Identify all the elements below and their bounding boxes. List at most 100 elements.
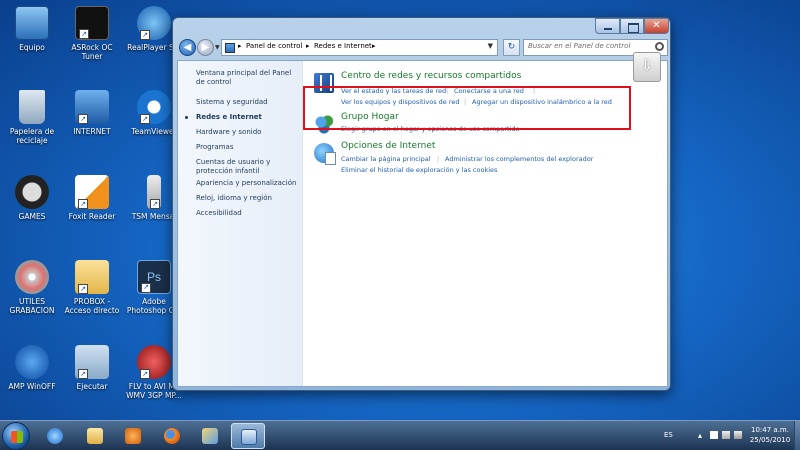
asrock-icon: ↗ (75, 6, 109, 40)
sidebar-item-hardware-y-sonido[interactable]: Hardware y sonido (196, 128, 261, 137)
shortcut-arrow-icon: ↗ (140, 369, 150, 379)
recent-pages-chevron-icon[interactable]: ▼ (215, 44, 220, 51)
shortcut-arrow-icon: ↗ (78, 114, 88, 124)
games-clock-icon (15, 175, 49, 209)
link-administrar-complementos[interactable]: Administrar los complementos del explora… (445, 155, 593, 163)
volume-icon[interactable] (734, 431, 742, 439)
folder-icon: ↗ (75, 260, 109, 294)
desktop-icon-internet[interactable]: ↗ INTERNET (61, 90, 123, 136)
taskbar-explorer[interactable] (78, 423, 112, 449)
breadcrumb-separator-icon[interactable]: ▸ (372, 42, 376, 50)
taskbar-internet-explorer[interactable] (38, 423, 72, 449)
content-area: Ventana principal del Panel de control S… (177, 60, 668, 387)
taskbar-control-panel[interactable] (231, 423, 265, 449)
computer-icon (15, 6, 49, 40)
sidebar-item-reloj-idioma-region[interactable]: Reloj, idioma y región (196, 194, 272, 203)
current-item-bullet-icon (185, 116, 188, 119)
converter-icon: ↗ (137, 345, 171, 379)
shortcut-arrow-icon: ↗ (140, 114, 150, 124)
close-button[interactable]: ✕ (644, 18, 669, 34)
desktop-icon-games[interactable]: GAMES (1, 175, 63, 221)
show-desktop-button[interactable] (794, 421, 800, 450)
shortcut-arrow-icon: ↗ (78, 369, 88, 379)
internet-explorer-icon (47, 428, 63, 444)
paint-icon (202, 428, 218, 444)
forward-button[interactable]: ▶ (197, 39, 214, 56)
control-panel-icon (225, 43, 235, 53)
clock-date[interactable]: 25/05/2010 (748, 436, 792, 444)
recycle-bin-icon (19, 90, 45, 124)
foxit-reader-icon: ↗ (75, 175, 109, 209)
back-button[interactable]: ◀ (179, 39, 196, 56)
search-icon[interactable] (655, 42, 664, 51)
phone-icon: ↗ (147, 175, 161, 209)
breadcrumb-separator-icon[interactable]: ▸ (238, 42, 242, 50)
address-dropdown-chevron-icon[interactable]: ▼ (488, 42, 493, 50)
sidebar: Ventana principal del Panel de control S… (178, 61, 303, 386)
taskbar: ES ▴ 10:47 a.m. 25/05/2010 (0, 420, 800, 450)
taskbar-firefox[interactable] (155, 423, 189, 449)
download-arrow-icon[interactable] (633, 52, 661, 82)
control-panel-icon (241, 429, 257, 445)
folder-icon (87, 428, 103, 444)
breadcrumb-redes-e-internet[interactable]: Redes e Internet (314, 42, 372, 50)
desktop-icon-equipo[interactable]: Equipo (1, 6, 63, 52)
run-icon: ↗ (75, 345, 109, 379)
section-title-centro-de-redes[interactable]: Centro de redes y recursos compartidos (341, 71, 521, 81)
breadcrumb-separator-icon[interactable]: ▸ (306, 42, 310, 50)
link-eliminar-historial[interactable]: Eliminar el historial de exploración y l… (341, 166, 497, 174)
sidebar-item-redes-e-internet[interactable]: Redes e Internet (196, 113, 262, 122)
shortcut-arrow-icon: ↗ (79, 29, 89, 39)
maximize-button[interactable] (620, 18, 644, 34)
search-placeholder: Buscar en el Panel de control (528, 42, 631, 50)
shortcut-arrow-icon: ↗ (150, 199, 160, 209)
sidebar-item-ventana-principal[interactable]: Ventana principal del Panel de control (196, 69, 298, 87)
system-tray: ES ▴ 10:47 a.m. 25/05/2010 (660, 421, 800, 450)
taskbar-paint[interactable] (193, 423, 227, 449)
shortcut-arrow-icon: ↗ (141, 283, 151, 293)
minimize-button[interactable] (595, 18, 620, 34)
title-bar[interactable]: ✕ (173, 18, 670, 36)
desktop-icon-amp-winoff[interactable]: AMP WinOFF (1, 345, 63, 391)
network-icon: ↗ (75, 90, 109, 124)
start-button[interactable] (2, 422, 30, 450)
desktop-icon-recycle-bin[interactable]: Papelera de reciclaje (1, 90, 63, 145)
control-panel-window[interactable]: ✕ ◀ ▶ ▼ ▸ Panel de control ▸ Redes e Int… (172, 17, 671, 391)
sidebar-item-sistema-y-seguridad[interactable]: Sistema y seguridad (196, 98, 268, 107)
power-icon (15, 345, 49, 379)
tray-expand-chevron-icon[interactable]: ▴ (698, 431, 706, 440)
realplayer-icon: ↗ (137, 6, 171, 40)
firefox-icon (164, 428, 180, 444)
red-highlight-box (303, 86, 631, 130)
refresh-button[interactable]: ↻ (503, 39, 520, 56)
photoshop-icon: Ps ↗ (137, 260, 171, 294)
shortcut-arrow-icon: ↗ (78, 284, 88, 294)
sidebar-item-apariencia[interactable]: Apariencia y personalización (196, 179, 296, 188)
network-tray-icon[interactable] (722, 431, 730, 439)
desktop-icon-foxit[interactable]: ↗ Foxit Reader (61, 175, 123, 221)
desktop-icon-ejecutar[interactable]: ↗ Ejecutar (61, 345, 123, 391)
windows-logo-icon (11, 431, 23, 443)
link-separator: | (437, 155, 440, 163)
desktop-icon-asrock[interactable]: ↗ ASRock OC Tuner (61, 6, 123, 61)
shortcut-arrow-icon: ↗ (78, 199, 88, 209)
navigation-bar: ◀ ▶ ▼ ▸ Panel de control ▸ Redes e Inter… (177, 38, 668, 58)
sidebar-item-programas[interactable]: Programas (196, 143, 233, 152)
address-bar[interactable]: ▸ Panel de control ▸ Redes e Internet ▸ … (221, 39, 498, 56)
breadcrumb-panel-de-control[interactable]: Panel de control (246, 42, 302, 50)
desktop-icon-probox[interactable]: ↗ PROBOX - Acceso directo (61, 260, 123, 315)
shortcut-arrow-icon: ↗ (140, 30, 150, 40)
action-center-flag-icon[interactable] (710, 431, 718, 439)
disc-icon (15, 260, 49, 294)
desktop-icon-utiles[interactable]: UTILES GRABACION (1, 260, 63, 315)
sidebar-item-accesibilidad[interactable]: Accesibilidad (196, 209, 242, 218)
internet-options-icon[interactable] (314, 143, 336, 165)
sidebar-item-cuentas-de-usuario[interactable]: Cuentas de usuario y protección infantil (196, 158, 292, 176)
media-player-icon (125, 428, 141, 444)
taskbar-media-player[interactable] (116, 423, 150, 449)
clock-time[interactable]: 10:47 a.m. (748, 426, 792, 434)
link-cambiar-pagina-principal[interactable]: Cambiar la página principal (341, 155, 431, 163)
section-title-opciones-de-internet[interactable]: Opciones de Internet (341, 141, 435, 151)
language-indicator[interactable]: ES (664, 431, 673, 439)
teamviewer-icon: ↗ (137, 90, 171, 124)
